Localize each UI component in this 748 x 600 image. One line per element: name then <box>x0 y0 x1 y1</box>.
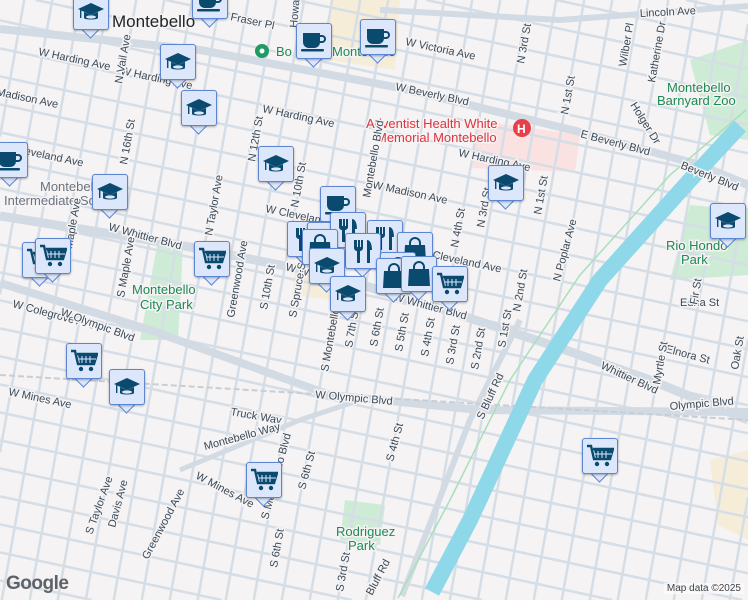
marker-box <box>109 369 145 405</box>
marker-box <box>710 203 746 239</box>
map-marker[interactable] <box>246 462 282 507</box>
marker-box <box>192 0 228 19</box>
map-marker[interactable] <box>192 0 228 28</box>
marker-box <box>296 23 332 59</box>
park-label-city-2[interactable]: City Park <box>139 296 195 314</box>
graduation-cap-icon <box>96 178 124 206</box>
graduation-cap-icon <box>492 169 520 197</box>
google-logo: Google <box>6 573 69 594</box>
map-marker[interactable] <box>488 165 524 210</box>
street-label: W Harding Ave <box>261 103 335 130</box>
poi-label-left[interactable]: Bo <box>275 43 294 61</box>
map-marker[interactable] <box>360 19 396 64</box>
marker-box <box>181 90 217 126</box>
graduation-cap-icon <box>714 207 742 235</box>
park-label-rodriguez-2[interactable]: Park <box>347 537 377 555</box>
marker-box <box>246 462 282 498</box>
city-label: Montebello <box>112 12 195 31</box>
map-marker[interactable] <box>432 266 468 311</box>
park-label-rio-2[interactable]: Park <box>680 251 710 269</box>
street-label: Fraser Pl <box>229 11 275 32</box>
map-marker[interactable] <box>0 142 28 187</box>
marker-box <box>73 0 109 30</box>
marker-box <box>432 266 468 302</box>
graduation-cap-icon <box>185 94 213 122</box>
graduation-cap-icon <box>164 48 192 76</box>
hospital-label-2[interactable]: Memorial Montebello <box>375 129 499 147</box>
shopping-bag-icon <box>405 260 433 288</box>
coffee-cup-icon <box>196 0 224 15</box>
coffee-cup-icon <box>300 27 328 55</box>
graduation-cap-icon <box>262 150 290 178</box>
park-label-zoo-2[interactable]: Barnyard Zoo <box>656 92 738 110</box>
map-marker[interactable] <box>35 238 71 283</box>
coffee-cup-icon <box>364 23 392 51</box>
map-canvas[interactable]: Montebello Bo Montebello Adventist Healt… <box>0 0 748 600</box>
street-label: Lincoln Ave <box>640 5 697 20</box>
graduation-cap-icon <box>334 280 362 308</box>
park-label-city-1[interactable]: Montebello <box>131 281 198 299</box>
shopping-cart-icon <box>586 442 614 470</box>
map-marker[interactable] <box>194 241 230 286</box>
shopping-cart-icon <box>436 270 464 298</box>
map-marker[interactable] <box>710 203 746 248</box>
street-label: S 3rd St <box>444 324 463 365</box>
shopping-cart-icon <box>250 466 278 494</box>
coffee-cup-icon <box>0 146 24 174</box>
map-marker[interactable] <box>109 369 145 414</box>
street-label: N 4th St <box>449 207 468 248</box>
marker-box <box>488 165 524 201</box>
marker-box <box>66 343 102 379</box>
hospital-icon-letter: H <box>517 122 526 136</box>
shopping-cart-icon <box>70 347 98 375</box>
shopping-cart-icon <box>198 245 226 273</box>
street-label: S 6th St <box>296 450 318 491</box>
street-label: W Madison Ave <box>371 179 448 207</box>
marker-box <box>330 276 366 312</box>
map-marker[interactable] <box>160 44 196 89</box>
map-marker[interactable] <box>582 438 618 483</box>
street-label: Greenwood Ave <box>140 487 187 562</box>
map-marker[interactable] <box>258 146 294 191</box>
marker-box <box>258 146 294 182</box>
marker-box <box>35 238 71 274</box>
map-attribution[interactable]: Map data ©2025 <box>663 583 744 594</box>
map-marker[interactable] <box>73 0 109 39</box>
street-label: Bluff Rd <box>364 557 393 597</box>
street-label: N Poplar Ave <box>551 218 579 283</box>
street-label: Myrtle St <box>651 341 670 386</box>
street-label: N 2nd St <box>511 268 530 312</box>
street-label: N 1st St <box>559 75 578 116</box>
marker-box <box>360 19 396 55</box>
map-marker[interactable] <box>92 174 128 219</box>
park-label-rodriguez-1[interactable]: Rodriguez <box>335 523 397 541</box>
marker-box <box>582 438 618 474</box>
marker-box <box>0 142 28 178</box>
restaurant-icon <box>349 237 377 265</box>
street-label: Montebello Way <box>203 421 282 453</box>
graduation-cap-icon <box>77 0 105 26</box>
marker-box <box>92 174 128 210</box>
map-marker[interactable] <box>330 276 366 321</box>
street-label: N 3rd St <box>515 23 534 65</box>
street-line <box>224 0 334 600</box>
map-marker[interactable] <box>66 343 102 388</box>
street-label: S 6th St <box>268 528 287 569</box>
marker-box <box>160 44 196 80</box>
map-stage: Montebello Bo Montebello Adventist Healt… <box>0 0 748 600</box>
map-marker[interactable] <box>181 90 217 135</box>
map-marker[interactable] <box>296 23 332 68</box>
shopping-cart-icon <box>39 242 67 270</box>
marker-box <box>194 241 230 277</box>
graduation-cap-icon <box>113 373 141 401</box>
